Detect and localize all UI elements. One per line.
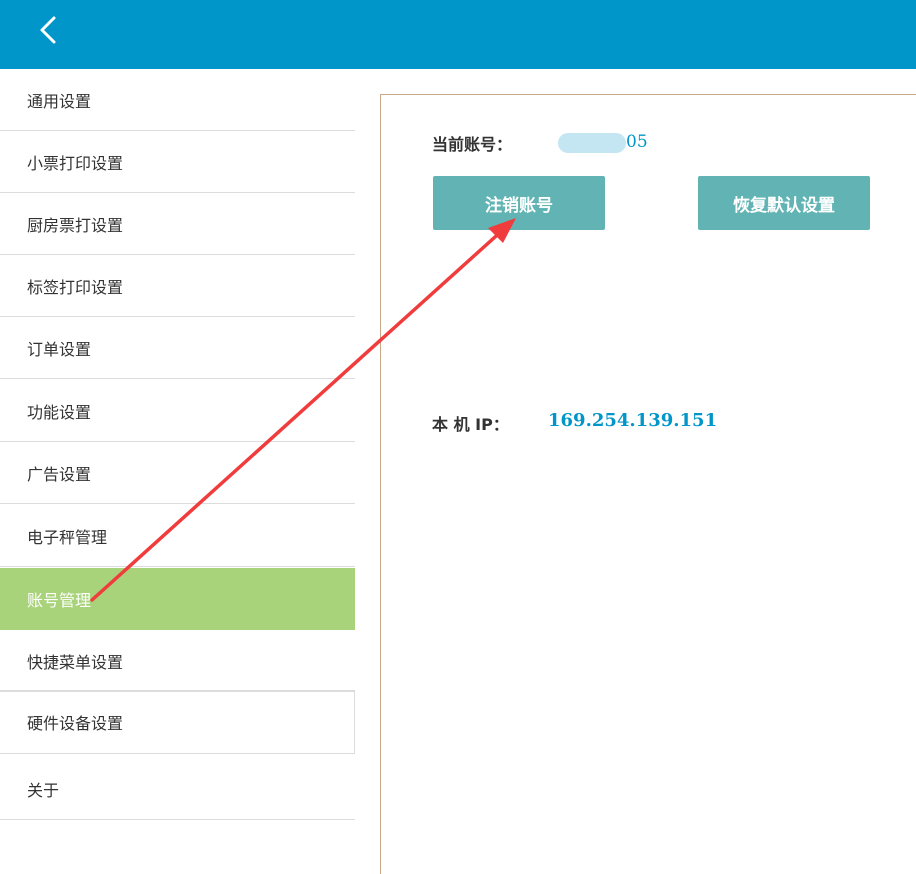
settings-sidebar: 通用设置 小票打印设置 厨房票打设置 标签打印设置 订单设置 功能设置 广告设置…: [0, 69, 355, 874]
sidebar-item-features[interactable]: 功能设置: [0, 380, 355, 442]
sidebar-item-scale[interactable]: 电子秤管理: [0, 505, 355, 567]
sidebar-item-label: 标签打印设置: [27, 277, 124, 297]
current-account-value: 05: [626, 132, 648, 152]
sidebar-item-label: 通用设置: [27, 91, 92, 111]
sidebar-item-label: 关于: [27, 780, 60, 800]
current-account-label: 当前账号：: [432, 135, 513, 154]
sidebar-item-ads[interactable]: 广告设置: [0, 442, 355, 504]
sidebar-item-label-print[interactable]: 标签打印设置: [0, 255, 355, 317]
sidebar-item-shortcut-menu[interactable]: 快捷菜单设置: [0, 630, 355, 692]
sidebar-item-label: 功能设置: [27, 402, 92, 422]
sidebar-item-order[interactable]: 订单设置: [0, 317, 355, 379]
back-button[interactable]: [30, 12, 70, 52]
sidebar-item-label: 快捷菜单设置: [27, 652, 124, 672]
sidebar-item-label: 账号管理: [27, 590, 92, 610]
sidebar-item-label: 厨房票打设置: [27, 215, 124, 235]
sidebar-item-general[interactable]: 通用设置: [0, 69, 355, 131]
local-ip-value: 169.254.139.151: [548, 410, 718, 431]
reset-defaults-button[interactable]: 恢复默认设置: [698, 176, 870, 230]
sidebar-item-account[interactable]: 账号管理: [0, 568, 355, 630]
sidebar-item-hardware[interactable]: 硬件设备设置: [0, 690, 355, 754]
top-bar: [0, 0, 916, 69]
sidebar-item-about[interactable]: 关于: [0, 758, 355, 820]
sidebar-item-label: 广告设置: [27, 464, 92, 484]
sidebar-item-label: 订单设置: [27, 339, 92, 359]
local-ip-label: 本 机 IP：: [432, 415, 509, 434]
sidebar-item-label: 电子秤管理: [27, 527, 108, 547]
sidebar-item-kitchen-print[interactable]: 厨房票打设置: [0, 193, 355, 255]
sidebar-item-receipt-print[interactable]: 小票打印设置: [0, 131, 355, 193]
logout-account-button[interactable]: 注销账号: [433, 176, 605, 230]
account-redaction-mask: [558, 133, 626, 153]
chevron-left-icon: [40, 16, 56, 44]
sidebar-item-label: 小票打印设置: [27, 153, 124, 173]
sidebar-item-label: 硬件设备设置: [27, 714, 124, 733]
